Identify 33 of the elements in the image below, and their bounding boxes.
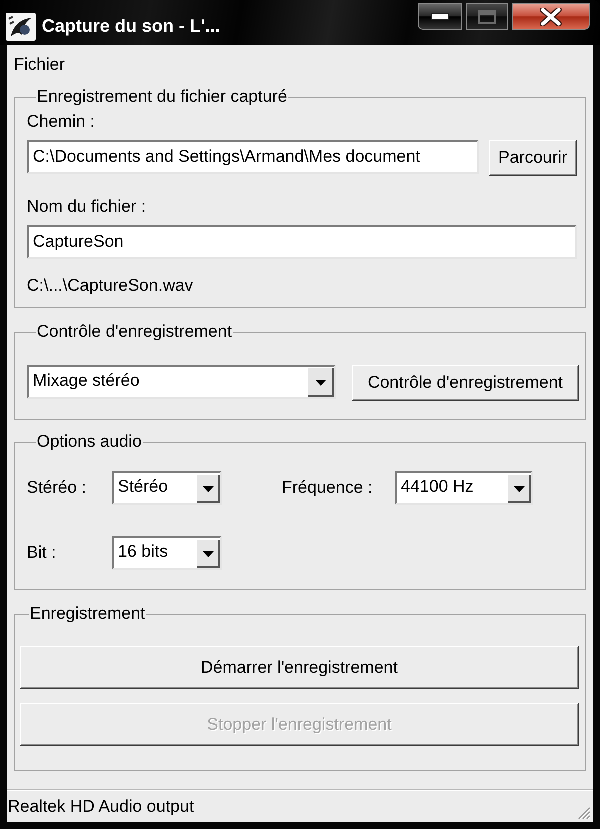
group-title: Options audio	[36, 433, 143, 451]
option-dropdown[interactable]: 16 bits	[112, 536, 222, 570]
caret-icon	[196, 538, 220, 568]
caret-icon	[307, 367, 334, 397]
browse-button[interactable]: Parcourir	[489, 140, 577, 176]
output-path-text: C:\...\CaptureSon.wav	[27, 276, 194, 296]
filename-field[interactable]: CaptureSon	[27, 225, 577, 259]
option-label: Bit :	[27, 543, 58, 563]
option-label: Stéréo :	[27, 478, 88, 498]
group-title: Enregistrement	[29, 605, 146, 623]
field-label: Chemin :	[27, 112, 96, 132]
maximize-icon	[478, 10, 496, 24]
start-recording-button[interactable]: Démarrer l'enregistrement	[20, 646, 579, 689]
option-dropdown[interactable]: Stéréo	[112, 471, 222, 505]
menu-item[interactable]: Fichier	[14, 55, 66, 75]
group-title: Contrôle d'enregistrement	[36, 323, 234, 341]
window-title: Capture du son - L'...	[42, 15, 220, 37]
option-dropdown[interactable]: 44100 Hz	[395, 471, 533, 505]
resize-grip-icon	[577, 806, 591, 820]
source-dropdown[interactable]: Mixage stéréo	[27, 365, 336, 399]
minimize-icon	[431, 13, 449, 20]
caret-icon	[196, 474, 220, 502]
minimize-button[interactable]	[418, 3, 462, 30]
close-button[interactable]	[512, 3, 590, 30]
group-title: Enregistrement du fichier capturé	[36, 88, 288, 106]
app-icon	[6, 13, 36, 41]
caret-icon	[507, 474, 531, 502]
option-label: Fréquence :	[282, 478, 374, 498]
close-icon	[540, 8, 562, 26]
path-field[interactable]: C:\Documents and Settings\Armand\Mes document	[27, 140, 479, 174]
status-text: Realtek HD Audio output	[8, 797, 194, 817]
recording-control-button[interactable]: Contrôle d'enregistrement	[352, 365, 579, 401]
field-label: Nom du fichier :	[27, 197, 148, 217]
